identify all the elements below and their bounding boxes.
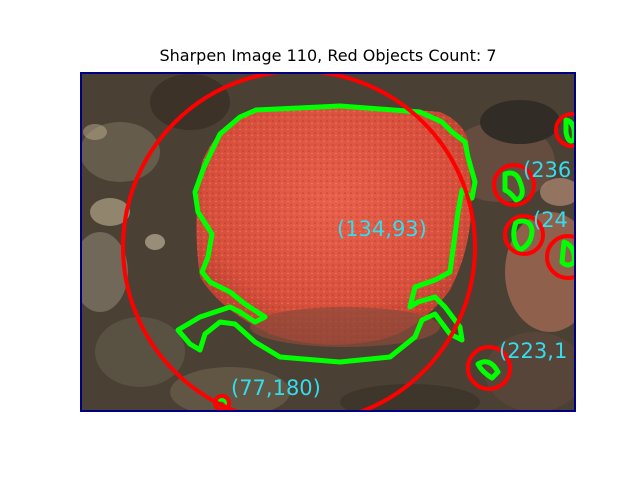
label-bottom-left: (77,180) xyxy=(231,376,321,400)
label-mid-right: (24 xyxy=(533,208,568,232)
label-main: (134,93) xyxy=(337,217,427,241)
label-top-right: (236 xyxy=(523,158,571,182)
image-panel: (134,93) (236 (24 (223,1 (77,180) xyxy=(80,72,576,412)
label-bottom-right: (223,1 xyxy=(499,339,567,363)
figure-title: Sharpen Image 110, Red Objects Count: 7 xyxy=(159,46,497,65)
detection-image: (134,93) (236 (24 (223,1 (77,180) xyxy=(80,72,576,412)
